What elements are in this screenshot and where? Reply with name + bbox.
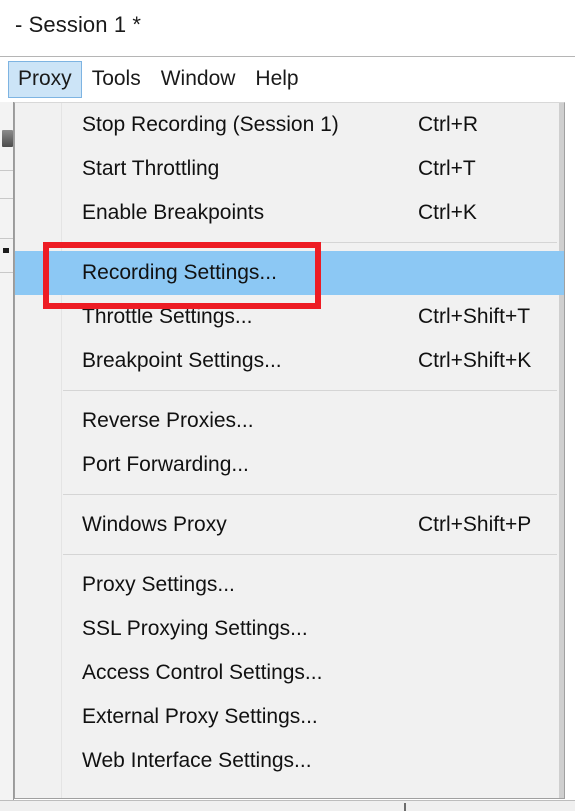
menu-separator	[15, 487, 564, 503]
background-window-edge	[0, 102, 14, 811]
menu-item-port-forwarding[interactable]: Port Forwarding...	[15, 443, 564, 487]
menu-item-label: Breakpoint Settings...	[82, 349, 282, 372]
menu-item-label: Web Interface Settings...	[82, 749, 312, 772]
menu-item-throttle-settings[interactable]: Throttle Settings... Ctrl+Shift+T	[15, 295, 564, 339]
menu-item-shortcut: Ctrl+Shift+T	[418, 305, 531, 328]
menu-item-label: Access Control Settings...	[82, 661, 323, 684]
menubar: Proxy Tools Window Help	[0, 57, 575, 102]
menu-item-label: Recording Settings...	[82, 261, 277, 284]
menubar-item-tools[interactable]: Tools	[82, 61, 151, 98]
menu-item-shortcut: Ctrl+Shift+P	[418, 513, 532, 536]
menu-separator	[15, 235, 564, 251]
background-divider	[0, 198, 13, 199]
background-divider	[0, 238, 13, 239]
menu-item-label: Windows Proxy	[82, 513, 227, 536]
menu-item-proxy-settings[interactable]: Proxy Settings...	[15, 563, 564, 607]
menubar-item-proxy[interactable]: Proxy	[8, 60, 82, 98]
background-resize-handle[interactable]	[404, 803, 406, 811]
menu-item-start-throttling[interactable]: Start Throttling Ctrl+T	[15, 147, 564, 191]
menu-item-list: Stop Recording (Session 1) Ctrl+R Start Th…	[15, 103, 564, 798]
menu-item-web-interface-settings[interactable]: Web Interface Settings...	[15, 739, 564, 783]
menu-separator	[15, 547, 564, 563]
menubar-items: Proxy Tools Window Help	[8, 60, 309, 98]
menubar-item-help[interactable]: Help	[245, 61, 308, 98]
window-titlebar: - Session 1 *	[0, 0, 575, 57]
menu-item-shortcut: Ctrl+R	[418, 113, 479, 136]
menu-item-ssl-proxying-settings[interactable]: SSL Proxying Settings...	[15, 607, 564, 651]
menu-item-windows-proxy[interactable]: Windows Proxy Ctrl+Shift+P	[15, 503, 564, 547]
menu-item-recording-settings[interactable]: Recording Settings...	[15, 251, 564, 295]
menu-item-label: Proxy Settings...	[82, 573, 235, 596]
menu-item-label: Throttle Settings...	[82, 305, 253, 328]
window-title: - Session 1 *	[15, 12, 142, 37]
menu-item-label: Reverse Proxies...	[82, 409, 254, 432]
menu-item-label: Enable Breakpoints	[82, 201, 265, 224]
background-status-strip	[0, 800, 575, 811]
menu-item-reverse-proxies[interactable]: Reverse Proxies...	[15, 399, 564, 443]
menu-item-label: SSL Proxying Settings...	[82, 617, 308, 640]
menu-item-access-control-settings[interactable]: Access Control Settings...	[15, 651, 564, 695]
background-divider	[0, 170, 13, 171]
menu-item-label: Port Forwarding...	[82, 453, 249, 476]
menu-item-external-proxy-settings[interactable]: External Proxy Settings...	[15, 695, 564, 739]
menubar-item-window[interactable]: Window	[151, 61, 246, 98]
menu-separator	[15, 383, 564, 399]
app-window: - Session 1 * Proxy Tools Window Help Stop …	[0, 0, 575, 811]
menu-item-label: Start Throttling	[82, 157, 220, 180]
menu-item-stop-recording-session-1[interactable]: Stop Recording (Session 1) Ctrl+R	[15, 103, 564, 147]
menu-item-shortcut: Ctrl+K	[418, 201, 477, 224]
menu-item-label: Stop Recording (Session 1)	[82, 113, 339, 136]
menu-item-breakpoint-settings[interactable]: Breakpoint Settings... Ctrl+Shift+K	[15, 339, 564, 383]
menu-item-label: External Proxy Settings...	[82, 705, 318, 728]
menu-item-shortcut: Ctrl+Shift+K	[418, 349, 532, 372]
menu-item-shortcut: Ctrl+T	[418, 157, 476, 180]
background-toolbar-icon	[2, 130, 13, 147]
proxy-dropdown-menu: Stop Recording (Session 1) Ctrl+R Start Th…	[14, 102, 565, 799]
background-list-marker	[3, 248, 9, 253]
menu-item-enable-breakpoints[interactable]: Enable Breakpoints Ctrl+K	[15, 191, 564, 235]
background-divider	[0, 272, 13, 273]
